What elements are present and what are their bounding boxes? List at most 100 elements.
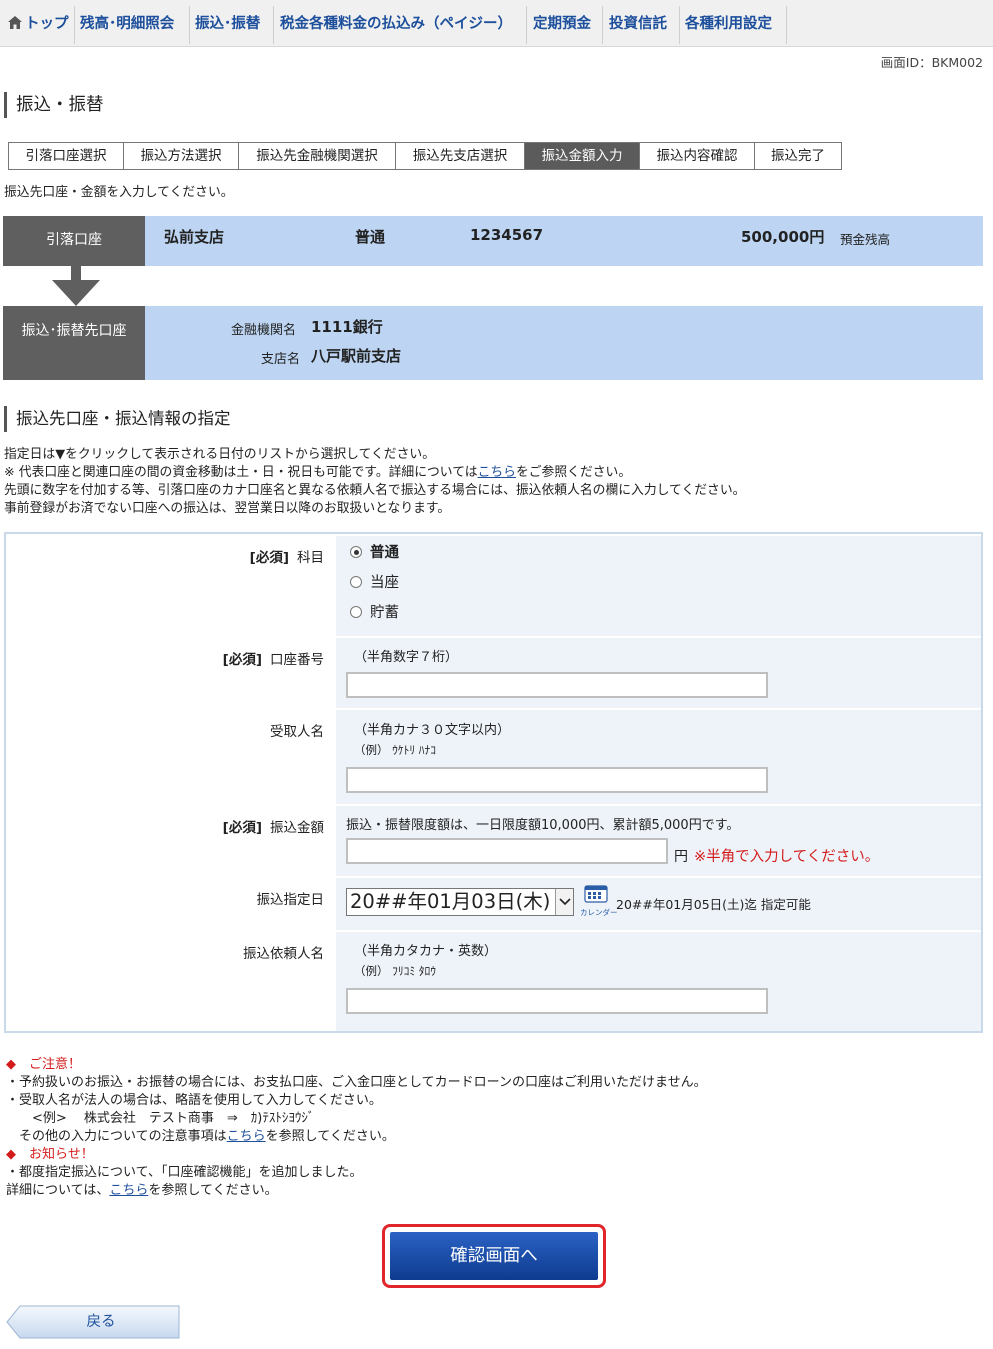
back-button[interactable]: 戻る bbox=[6, 1305, 180, 1339]
row-account-number: [必須] 口座番号 （半角数字７桁） bbox=[10, 638, 981, 708]
sender-hint: （半角カタカナ・英数） bbox=[354, 944, 498, 959]
source-balance: 500,000円 bbox=[741, 228, 825, 246]
radio-unchecked-icon[interactable] bbox=[350, 606, 362, 618]
nav-payeasy[interactable]: 税金各種料金の払込み（ペイジー） bbox=[280, 3, 520, 46]
subject-label: [必須] 科目 bbox=[10, 536, 332, 636]
source-account-bar: 弘前支店 普通 1234567 500,000円 預金残高 bbox=[145, 216, 983, 266]
account-number-input[interactable] bbox=[346, 672, 768, 698]
top-navigation: トップ 残高･明細照会 振込･振替 税金各種料金の払込み（ペイジー） 定期預金 … bbox=[0, 0, 993, 47]
sender-input[interactable] bbox=[346, 988, 768, 1014]
row-subject: [必須] 科目 普通 当座 貯蓄 bbox=[10, 536, 981, 636]
notice-line-2: 詳細については、こちらを参照してください。 bbox=[6, 1183, 278, 1198]
date-select[interactable]: 20##年01月03日(木) bbox=[346, 888, 574, 916]
nav-balance[interactable]: 残高･明細照会 bbox=[80, 3, 188, 46]
section-title-transfer-info: 振込先口座・振込情報の指定 bbox=[4, 406, 231, 432]
step-4: 振込先支店選択 bbox=[396, 143, 525, 169]
date-limit-text: 20##年01月05日(土)迄 指定可能 bbox=[616, 897, 811, 912]
diamond-icon: ◆ bbox=[6, 1057, 16, 1072]
sender-field: （半角カタカナ・英数） （例） ﾌﾘｺﾐ ﾀﾛｳ bbox=[336, 932, 981, 1031]
step-7: 振込完了 bbox=[755, 143, 841, 169]
payee-label: 受取人名 bbox=[10, 710, 332, 804]
row-payee: 受取人名 （半角カナ３０文字以内） （例） ｳｹﾄﾘ ﾊﾅｺ bbox=[10, 710, 981, 804]
amount-unit: 円 bbox=[674, 849, 688, 865]
instruction-text: 振込先口座・金額を入力してください。 bbox=[4, 185, 234, 200]
notice-title: ◆ お知らせ！ bbox=[6, 1147, 94, 1162]
radio-current[interactable]: 当座 bbox=[350, 572, 399, 594]
diamond-icon: ◆ bbox=[6, 1147, 16, 1162]
down-arrow-icon bbox=[52, 280, 100, 306]
date-field: 20##年01月03日(木) カレンダー 20##年01月05日(土)迄 指定可… bbox=[336, 878, 981, 930]
calendar-icon bbox=[584, 885, 608, 903]
progress-steps: 引落口座選択 振込方法選択 振込先金融機関選択 振込先支店選択 振込金額入力 振… bbox=[8, 142, 842, 170]
payee-field: （半角カナ３０文字以内） （例） ｳｹﾄﾘ ﾊﾅｺ bbox=[336, 710, 981, 804]
notice-line-1: ・都度指定振込について、「口座確認機能」を追加しました。 bbox=[6, 1165, 363, 1180]
source-number: 1234567 bbox=[470, 226, 544, 244]
calendar-button[interactable]: カレンダー bbox=[580, 884, 618, 917]
amount-input[interactable] bbox=[346, 838, 668, 864]
transfer-form: [必須] 科目 普通 当座 貯蓄 [必須] 口座番号 （半角数字７桁） 受取人名 （… bbox=[4, 532, 983, 1033]
amount-field: 振込・振替限度額は、一日限度額10,000円、累計額5,000円です。 円 ※半… bbox=[336, 806, 981, 876]
nav-top-label: トップ bbox=[25, 16, 69, 32]
step-6: 振込内容確認 bbox=[640, 143, 755, 169]
page-title: 振込・振替 bbox=[4, 92, 104, 118]
details-link[interactable]: こちら bbox=[478, 465, 516, 480]
dest-branch-name: 八戸駅前支店 bbox=[311, 347, 402, 365]
account-number-label: [必須] 口座番号 bbox=[10, 638, 332, 708]
source-balance-label: 預金残高 bbox=[840, 232, 891, 247]
chevron-down-icon[interactable] bbox=[555, 889, 573, 915]
row-sender: 振込依頼人名 （半角カタカナ・英数） （例） ﾌﾘｺﾐ ﾀﾛｳ bbox=[10, 932, 981, 1031]
notice-link[interactable]: こちら bbox=[109, 1183, 148, 1198]
date-label: 振込指定日 bbox=[10, 878, 332, 930]
caution-line-2: ・受取人名が法人の場合は、略語を使用して入力してください。 bbox=[6, 1093, 382, 1108]
back-button-label: 戻る bbox=[86, 1314, 116, 1330]
amount-hint: 振込・振替限度額は、一日限度額10,000円、累計額5,000円です。 bbox=[346, 818, 740, 833]
caution-line-4: その他の入力についての注意事項はこちらを参照してください。 bbox=[6, 1129, 395, 1144]
payee-hint: （半角カナ３０文字以内） bbox=[354, 723, 511, 738]
caution-line-3: <例> 株式会社 テスト商事 ⇒ ｶ)ﾃｽﾄｼﾖｳｼﾞ bbox=[6, 1111, 315, 1126]
note-line-1: 指定日は▼をクリックして表示される日付のリストから選択してください。 bbox=[4, 447, 435, 462]
subject-field: 普通 当座 貯蓄 bbox=[336, 536, 981, 636]
dest-account-bar: 金融機関名 1111銀行 支店名 八戸駅前支店 bbox=[145, 306, 983, 380]
source-account-label: 引落口座 bbox=[3, 216, 145, 266]
dest-branch-label: 支店名 bbox=[261, 352, 301, 367]
step-2: 振込方法選択 bbox=[124, 143, 239, 169]
step-3: 振込先金融機関選択 bbox=[239, 143, 396, 169]
confirm-button-highlight: 確認画面へ bbox=[382, 1224, 606, 1288]
radio-unchecked-icon[interactable] bbox=[350, 576, 362, 588]
account-number-field: （半角数字７桁） bbox=[336, 638, 981, 708]
amount-label: [必須] 振込金額 bbox=[10, 806, 332, 876]
sender-example: （例） ﾌﾘｺﾐ ﾀﾛｳ bbox=[354, 964, 437, 978]
sender-label: 振込依頼人名 bbox=[10, 932, 332, 1031]
home-icon bbox=[8, 16, 22, 29]
source-type: 普通 bbox=[355, 228, 386, 246]
radio-checked-icon[interactable] bbox=[350, 546, 362, 558]
row-amount: [必須] 振込金額 振込・振替限度額は、一日限度額10,000円、累計額5,000… bbox=[10, 806, 981, 876]
radio-savings[interactable]: 貯蓄 bbox=[350, 602, 399, 624]
account-number-hint: （半角数字７桁） bbox=[354, 650, 459, 665]
nav-time-deposit[interactable]: 定期預金 bbox=[533, 3, 599, 46]
payee-input[interactable] bbox=[346, 767, 768, 793]
caution-link[interactable]: こちら bbox=[227, 1129, 266, 1144]
dest-account-label: 振込･振替先口座 bbox=[3, 306, 145, 380]
note-line-4: 事前登録がお済でない口座への振込は、翌営業日以降のお取扱いとなります。 bbox=[4, 501, 451, 516]
source-branch: 弘前支店 bbox=[164, 228, 225, 246]
calendar-label: カレンダー bbox=[580, 908, 618, 917]
step-5-active: 振込金額入力 bbox=[525, 143, 640, 169]
payee-example: （例） ｳｹﾄﾘ ﾊﾅｺ bbox=[354, 743, 437, 757]
dest-bank-label: 金融機関名 bbox=[231, 323, 297, 338]
caution-line-1: ・予約扱いのお振込・お振替の場合には、お支払口座、ご入金口座としてカードローンの… bbox=[6, 1075, 707, 1090]
caution-title: ◆ ご注意！ bbox=[6, 1057, 82, 1072]
screen-id: 画面ID：BKM002 bbox=[880, 55, 983, 70]
nav-transfer[interactable]: 振込･振替 bbox=[195, 3, 271, 46]
nav-settings[interactable]: 各種利用設定 bbox=[685, 3, 785, 46]
row-date: 振込指定日 20##年01月03日(木) カレンダー 20##年01月05日(土… bbox=[10, 878, 981, 930]
nav-top[interactable]: トップ bbox=[8, 3, 72, 46]
confirm-button[interactable]: 確認画面へ bbox=[390, 1232, 598, 1280]
note-line-2: ※ 代表口座と関連口座の間の資金移動は土・日・祝日も可能です。詳細についてはこち… bbox=[4, 465, 632, 480]
step-1: 引落口座選択 bbox=[9, 143, 124, 169]
note-line-3: 先頭に数字を付加する等、引落口座のカナ口座名と異なる依頼人名で振込する場合には、… bbox=[4, 483, 746, 498]
amount-note: ※半角で入力してください。 bbox=[694, 849, 880, 865]
nav-investment-trust[interactable]: 投資信託 bbox=[609, 3, 675, 46]
radio-ordinary[interactable]: 普通 bbox=[350, 542, 399, 564]
dest-bank-name: 1111銀行 bbox=[311, 318, 383, 336]
